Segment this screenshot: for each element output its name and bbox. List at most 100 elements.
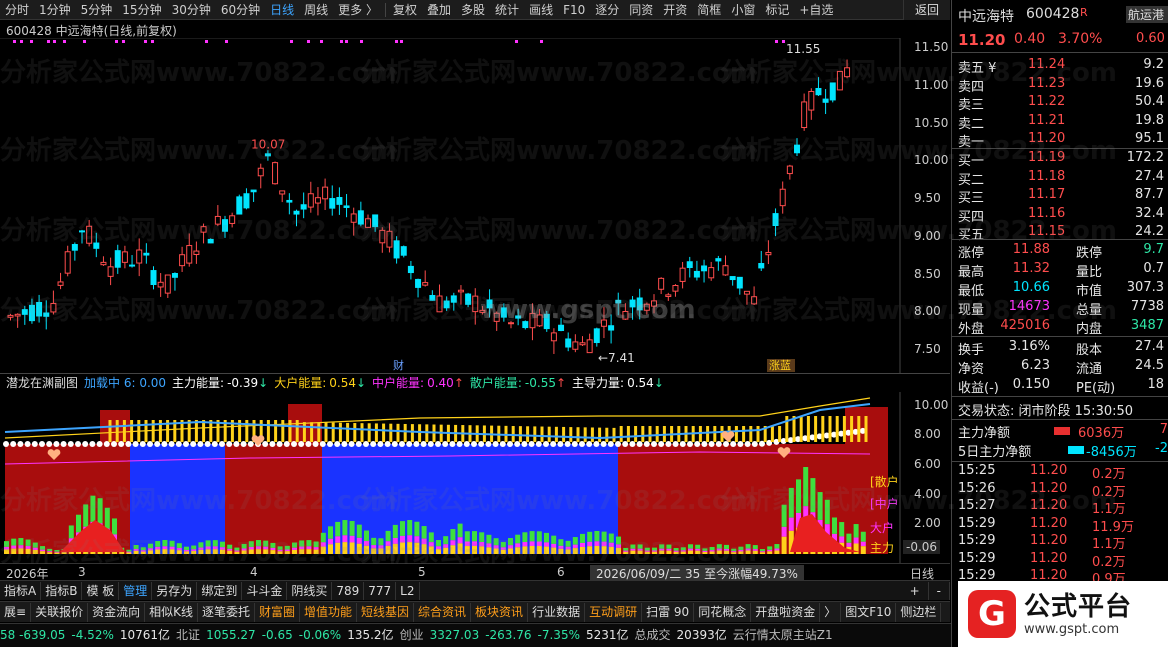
toolbar-item[interactable]: 简框 [692,0,726,19]
bottom-tab[interactable]: 综合资讯 [414,602,472,622]
top-bar [360,423,364,442]
signal-dot [20,40,23,43]
trade-state: 交易状态: 闭市阶段 15:30:50 [958,404,1134,419]
toolbar-item[interactable]: 同资 [624,0,658,19]
indicator-tab[interactable]: L2 [396,581,420,600]
bottom-tab[interactable]: 逐笔委托 [198,602,255,622]
top-bar [266,420,270,442]
zoom-button[interactable]: + [902,581,929,600]
zoom-button[interactable]: - [929,581,950,600]
indicator-name[interactable]: 潜龙在渊副图 [6,376,78,390]
indicator-tab[interactable]: 777 [364,581,397,600]
signal-dot [144,40,147,43]
bottom-tab[interactable]: 关联报价 [31,602,89,622]
indicator-tab[interactable]: 斗斗金 [242,581,288,600]
energy-bar [817,492,823,520]
energy-bar [299,546,305,550]
ask-volume: 19.6 [1135,75,1164,91]
top-bar [547,426,551,442]
energy-bar [385,530,391,542]
indicator-tab[interactable]: 指标A [0,581,42,600]
indicator-tab[interactable]: 管理 [119,581,153,600]
bottom-tab[interactable]: 图文F10 [841,602,897,622]
sector-tag[interactable]: 航运港 [1126,6,1168,23]
toolbar-item[interactable]: 统计 [490,0,524,19]
toolbar-item[interactable]: 1分钟 [34,0,76,19]
energy-bar [4,541,9,547]
energy-bar [378,548,384,554]
bead [75,441,81,447]
status-item: 1055.27 [206,628,256,642]
indicator-chart[interactable]: [散户 [中户大户主力 [0,392,950,563]
bottom-tab[interactable]: 展≡ [0,602,32,622]
bottom-tab[interactable]: 板块资讯 [471,602,529,622]
toolbar-item[interactable]: 更多 〉 [333,0,383,19]
bid-volume: 87.7 [1135,187,1164,202]
energy-bar [515,547,521,554]
energy-bar [400,542,405,554]
candle-body [243,193,250,209]
energy-bar [839,522,845,537]
bottom-tab[interactable]: 侧边栏 [896,602,942,622]
toolbar-item[interactable]: 多股 [456,0,490,19]
indicator-tab[interactable]: 绑定到 [197,581,243,600]
bead [10,441,17,447]
indicator-tab[interactable]: 模 板 [82,581,120,600]
indicator-tab[interactable]: 指标B [41,581,83,600]
bottom-tab[interactable]: 同花概念 [694,602,752,622]
indicator-tab[interactable]: 另存为 [152,581,198,600]
top-bar [281,420,285,442]
back-button[interactable]: 返回 [903,0,950,20]
toolbar-item[interactable]: 30分钟 [167,0,216,19]
top-bar [770,426,774,442]
candle-body [722,265,729,276]
bottom-tab[interactable]: 开盘啦资金 [751,602,821,622]
energy-bar [313,541,319,548]
toolbar-item[interactable]: 5分钟 [76,0,118,19]
candle-body [21,309,28,315]
toolbar-item[interactable]: 15分钟 [117,0,166,19]
bottom-tab[interactable]: 资金流向 [88,602,146,622]
kline-chart[interactable]: 10.07 11.55 ←7.41 财 涨蓝 [0,38,950,374]
toolbar-item[interactable]: +自选 [794,0,838,19]
toolbar-item[interactable]: 叠加 [422,0,456,19]
toolbar-item[interactable]: 分时 [0,0,34,19]
toolbar-item[interactable]: 复权 [388,0,422,19]
candle-body [701,265,708,272]
bottom-tab[interactable]: 〉 [820,602,842,622]
candle-body [615,299,622,304]
bottom-tab[interactable]: 短线基因 [357,602,415,622]
indicator-value: 中户能量: 0.40↑ [372,376,464,390]
toolbar-item[interactable]: 60分钟 [216,0,265,19]
toolbar-item[interactable]: 日线 [265,0,299,19]
toolbar-item[interactable]: 周线 [299,0,333,19]
bottom-tab[interactable]: 财富圈 [255,602,300,622]
energy-bar [220,547,225,550]
toolbar-item[interactable]: F10 [558,0,590,19]
candle-body [7,314,14,318]
bottom-tab[interactable]: 扫雷 90 [642,602,695,622]
toolbar-item[interactable]: 画线 [524,0,558,19]
app-window: 分时 1分钟 5分钟 15分钟 30分钟 60分钟 日线 周线 更多 〉复权 叠加 多股 统计 画线 F1… [0,0,1168,647]
bottom-tab[interactable]: 增值功能 [300,602,358,622]
energy-bar [659,548,665,551]
bottom-tab[interactable]: 行业数据 [528,602,586,622]
toolbar-item[interactable]: 逐分 [590,0,624,19]
toolbar-item[interactable]: 开资 [658,0,692,19]
indicator-tab[interactable]: 789 [332,581,365,600]
energy-bar [248,541,254,547]
toolbar-item[interactable]: 标记 [760,0,794,19]
promo-banner[interactable]: G 公式平台 www.gspt.com [958,581,1168,647]
candle-body [751,296,758,305]
energy-bar [436,539,441,547]
candle-body [307,193,314,208]
energy-bar [169,540,175,547]
toolbar-item[interactable]: 小窗 [726,0,760,19]
energy-bar [392,543,398,554]
bottom-tab[interactable]: 互动调研 [585,602,643,622]
bead [89,441,96,447]
bottom-tab[interactable]: 相似K线 [145,602,198,622]
stat-row: 最低 10.66 市值 307.3 [958,280,1168,299]
energy-bar [54,551,60,553]
indicator-tab[interactable]: 阴线买 [287,581,333,600]
